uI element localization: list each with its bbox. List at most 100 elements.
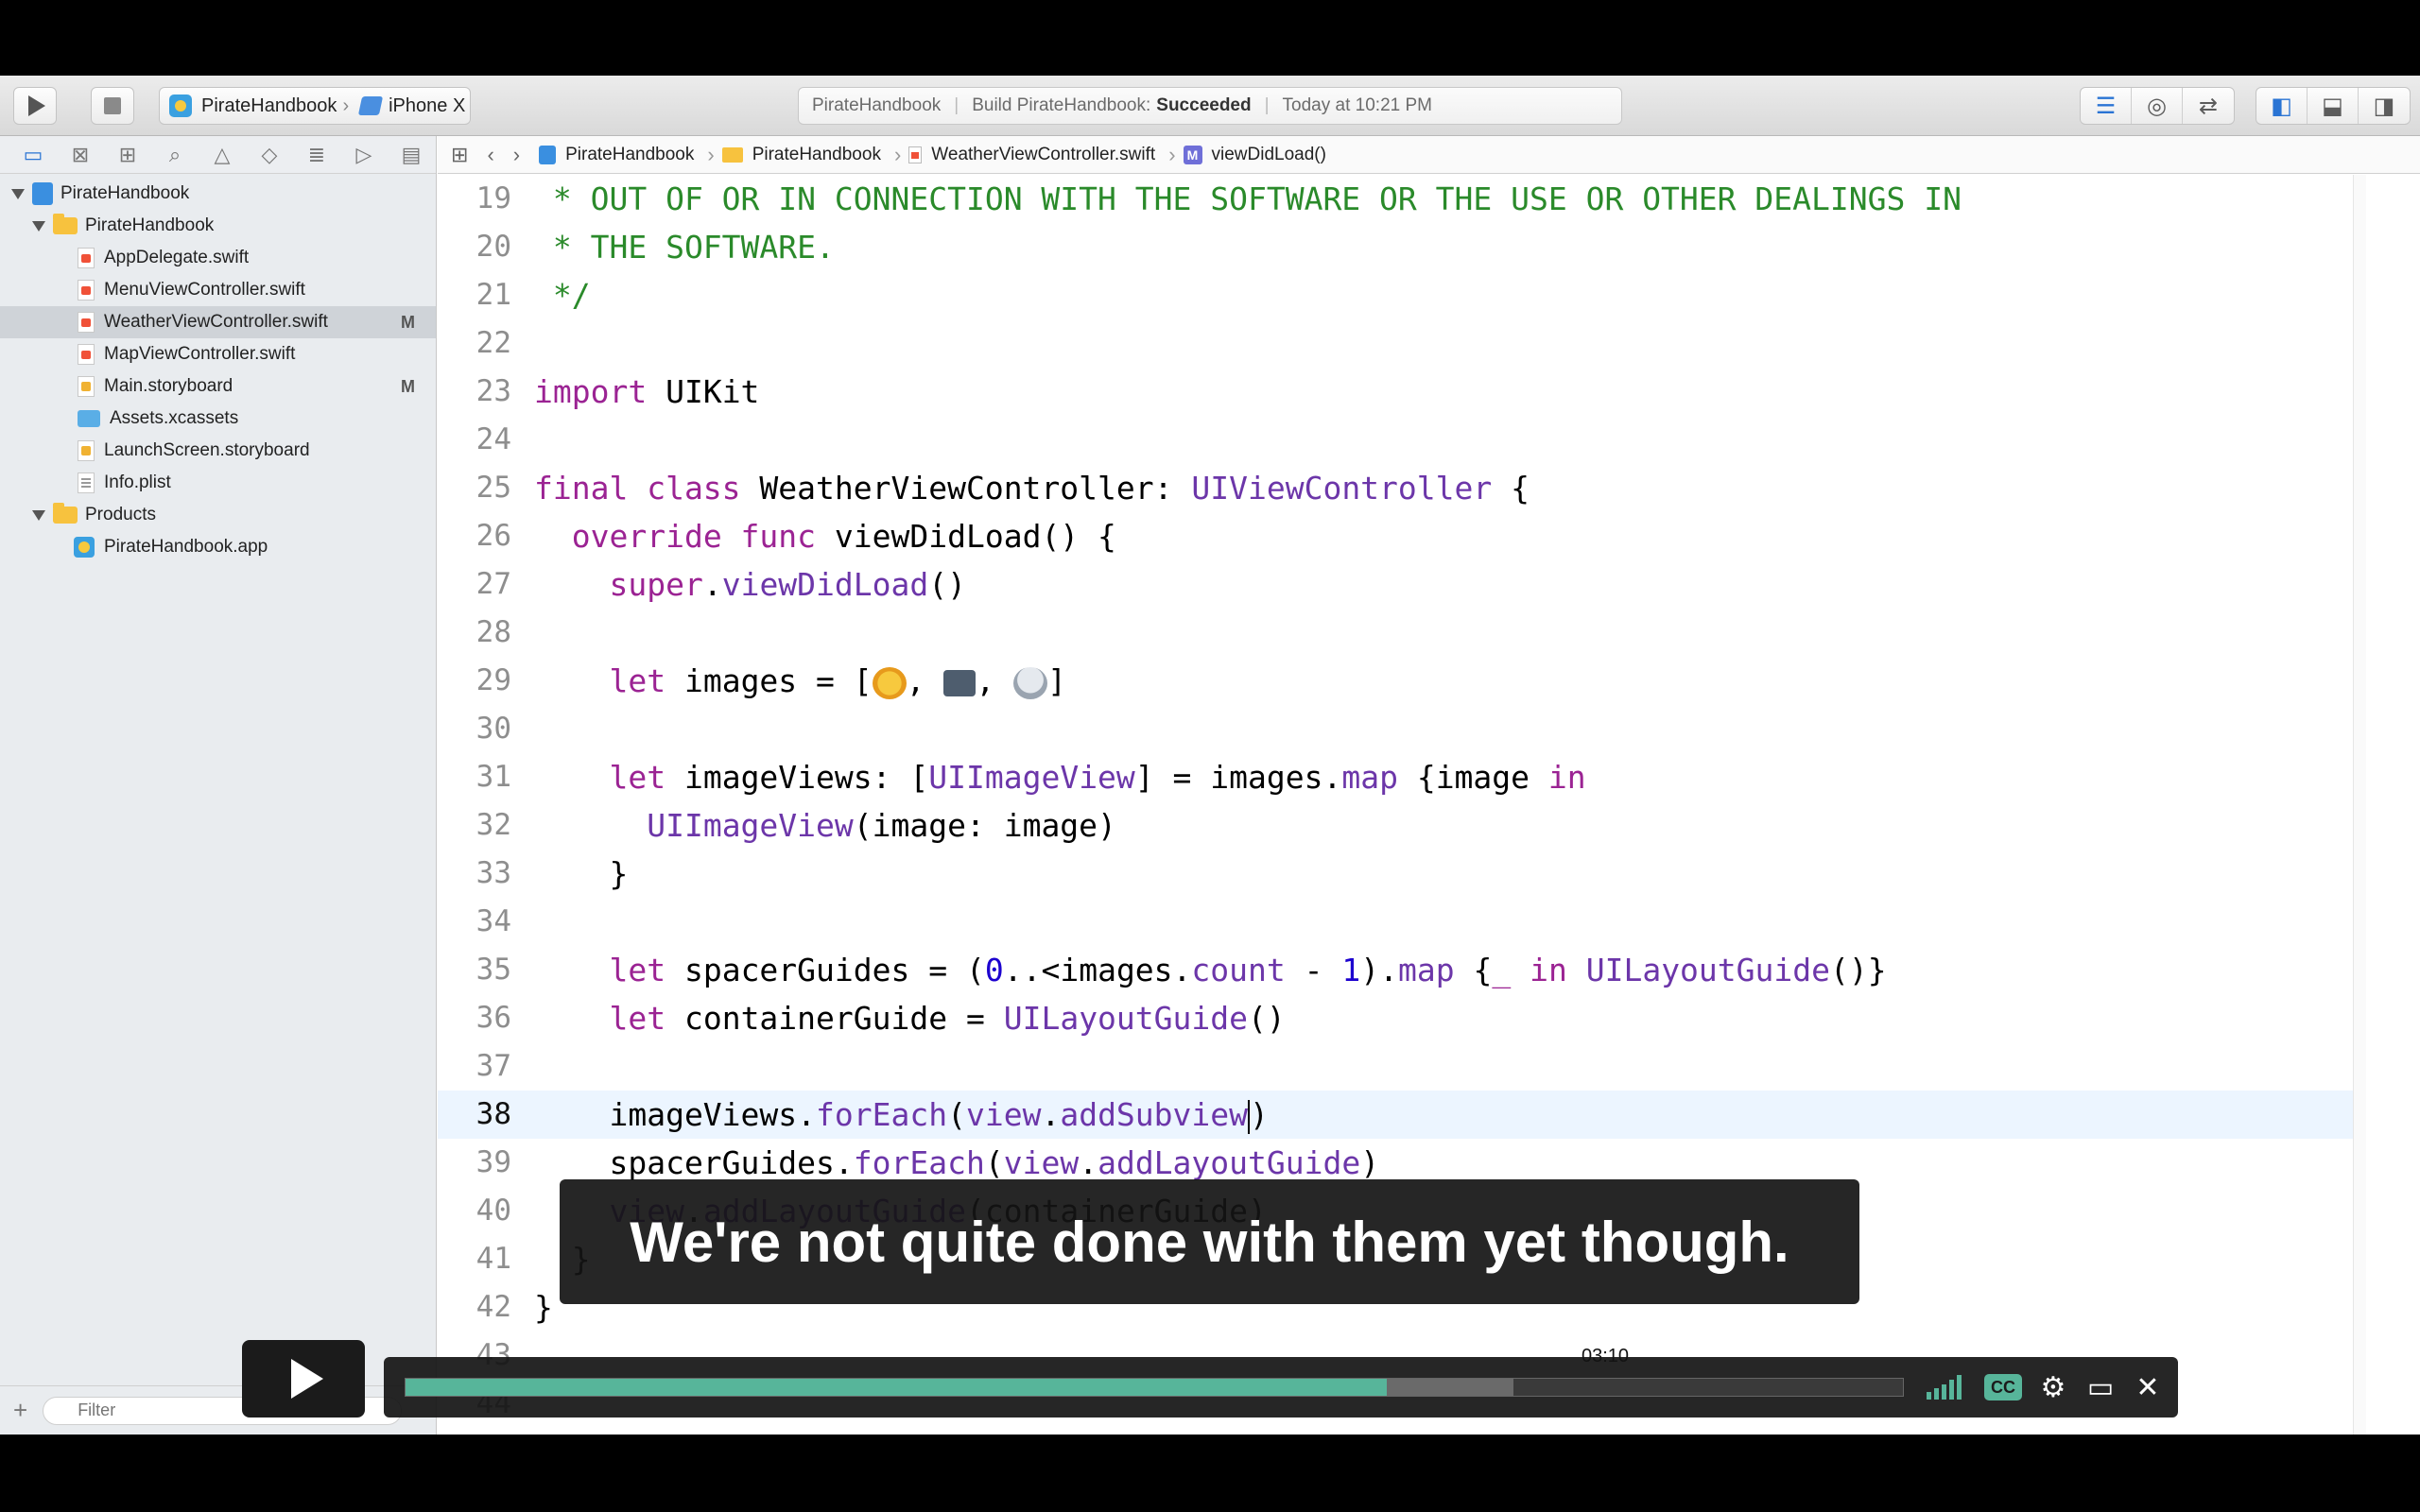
view-toggle-group: ◧ ⬓ ◨ xyxy=(2256,87,2411,125)
airplay-button[interactable]: ▭ xyxy=(2080,1366,2121,1408)
toggle-inspector-button[interactable]: ◨ xyxy=(2359,88,2410,124)
storyboard-icon xyxy=(78,376,95,397)
folder-icon[interactable]: ▭ xyxy=(9,143,57,167)
line-number: 33 xyxy=(475,856,511,890)
code-line: 36 let containerGuide = UILayoutGuide() xyxy=(438,994,2366,1042)
stop-button[interactable] xyxy=(91,87,134,125)
tree-item-file[interactable]: AppDelegate.swift xyxy=(0,242,436,274)
line-number: 34 xyxy=(475,904,511,938)
code-text: override func viewDidLoad() { xyxy=(571,518,1116,555)
disclosure-triangle-icon[interactable] xyxy=(32,509,45,521)
video-play-button[interactable] xyxy=(242,1340,365,1418)
letterbox-bottom xyxy=(0,1435,2420,1512)
swift-file-icon xyxy=(78,280,95,301)
code-line: 37 xyxy=(438,1042,2366,1091)
tree-item-file-selected[interactable]: WeatherViewController.swift M xyxy=(0,306,436,338)
activity-separator: | xyxy=(1264,95,1270,115)
code-line: 26 override func viewDidLoad() { xyxy=(438,512,2366,560)
code-text: */ xyxy=(534,277,591,314)
volume-button[interactable] xyxy=(1917,1366,1970,1408)
tree-item-label: LaunchScreen.storyboard xyxy=(104,440,310,460)
tree-item-label: WeatherViewController.swift xyxy=(104,312,328,332)
breadcrumb-group[interactable]: PirateHandbook xyxy=(721,145,881,165)
code-text: final class WeatherViewController: UIVie… xyxy=(534,470,1530,507)
code-line: 32 UIImageView(image: image) xyxy=(438,801,2366,850)
assistant-editor-button[interactable]: ◎ xyxy=(2132,88,2183,124)
line-number: 40 xyxy=(475,1194,511,1228)
disclosure-triangle-icon[interactable] xyxy=(32,220,45,232)
hierarchy-icon[interactable]: ⊞ xyxy=(104,143,151,167)
tree-item-file[interactable]: PirateHandbook.app xyxy=(0,531,436,563)
line-number: 42 xyxy=(475,1290,511,1324)
tree-item-group[interactable]: PirateHandbook xyxy=(0,210,436,242)
video-caption: We're not quite done with them yet thoug… xyxy=(560,1179,1859,1304)
warning-icon[interactable]: △ xyxy=(199,143,246,167)
folder-icon xyxy=(53,503,78,524)
tree-item-label: PirateHandbook.app xyxy=(104,537,268,557)
line-number: 30 xyxy=(475,712,511,746)
related-items-icon[interactable]: ⊞ xyxy=(451,143,468,167)
code-text: let images = [, , ] xyxy=(609,662,1067,699)
line-number: 24 xyxy=(475,422,511,456)
run-button[interactable] xyxy=(13,87,57,125)
tree-item-project[interactable]: PirateHandbook xyxy=(0,178,436,210)
video-progress-track[interactable] xyxy=(405,1378,1904,1397)
code-text: * OUT OF OR IN CONNECTION WITH THE SOFTW… xyxy=(534,180,1962,217)
version-editor-button[interactable]: ⇄ xyxy=(2183,88,2234,124)
tree-item-file[interactable]: Main.storyboard M xyxy=(0,370,436,403)
editor-scrollbar[interactable] xyxy=(2353,175,2366,1435)
disclosure-triangle-icon[interactable] xyxy=(11,188,25,199)
debug-icon[interactable]: ≣ xyxy=(293,143,340,167)
tree-item-group[interactable]: Products xyxy=(0,499,436,531)
standard-editor-button[interactable]: ☰ xyxy=(2081,88,2132,124)
line-number: 22 xyxy=(475,326,511,360)
folder-icon xyxy=(53,214,78,234)
modified-badge: M xyxy=(401,312,415,332)
line-number: 27 xyxy=(475,567,511,601)
code-line: 27 super.viewDidLoad() xyxy=(438,560,2366,609)
folder-icon xyxy=(721,146,743,163)
tree-item-label: MenuViewController.swift xyxy=(104,280,305,300)
tree-item-file[interactable]: LaunchScreen.storyboard xyxy=(0,435,436,467)
report-icon[interactable]: ▤ xyxy=(388,143,435,167)
tree-item-label: PirateHandbook xyxy=(85,215,215,235)
app-icon xyxy=(169,94,192,117)
modified-badge: M xyxy=(401,376,415,396)
captions-button[interactable]: CC xyxy=(1979,1366,2027,1408)
toggle-navigator-button[interactable]: ◧ xyxy=(2256,88,2308,124)
scheme-selector[interactable]: PirateHandbook › iPhone X xyxy=(159,87,471,125)
breakpoint-icon[interactable]: ▷ xyxy=(340,143,388,167)
overlap-circles-icon: ◎ xyxy=(2147,93,2167,119)
gear-icon: ⚙ xyxy=(2040,1371,2066,1403)
breadcrumb-file[interactable]: WeatherViewController.swift xyxy=(908,145,1155,165)
add-icon[interactable]: + xyxy=(13,1396,27,1425)
code-line: 34 xyxy=(438,898,2366,946)
forward-icon[interactable]: › xyxy=(513,143,520,167)
tree-item-file[interactable]: Assets.xcassets xyxy=(0,403,436,435)
toolbar: PirateHandbook › iPhone X PirateHandbook… xyxy=(0,76,2420,136)
align-left-icon: ☰ xyxy=(2095,93,2117,119)
settings-button[interactable]: ⚙ xyxy=(2032,1366,2074,1408)
line-number: 20 xyxy=(475,230,511,264)
code-line: 30 xyxy=(438,705,2366,753)
breadcrumb-method[interactable]: M viewDidLoad() xyxy=(1183,145,1326,165)
test-icon[interactable]: ◇ xyxy=(246,143,293,167)
toggle-debug-button[interactable]: ⬓ xyxy=(2308,88,2359,124)
video-control-bar: CC ⚙ ▭ ✕ xyxy=(384,1357,2178,1418)
fullscreen-button[interactable]: ✕ xyxy=(2127,1366,2169,1408)
code-line: 25 final class WeatherViewController: UI… xyxy=(438,464,2366,512)
method-icon: M xyxy=(1183,145,1202,164)
search-icon[interactable]: ⌕ xyxy=(151,143,199,167)
tree-item-file[interactable]: MapViewController.swift xyxy=(0,338,436,370)
back-icon[interactable]: ‹ xyxy=(487,143,493,167)
source-control-icon[interactable]: ⊠ xyxy=(57,143,104,167)
volume-icon xyxy=(1926,1375,1962,1400)
line-number: 26 xyxy=(475,519,511,553)
tree-item-file[interactable]: MenuViewController.swift xyxy=(0,274,436,306)
code-text: let containerGuide = UILayoutGuide() xyxy=(609,1000,1286,1037)
code-line: 24 xyxy=(438,416,2366,464)
breadcrumb-project[interactable]: PirateHandbook xyxy=(539,145,694,165)
tree-item-file[interactable]: Info.plist xyxy=(0,467,436,499)
phone-icon xyxy=(357,96,384,115)
code-text: import UIKit xyxy=(534,373,760,410)
